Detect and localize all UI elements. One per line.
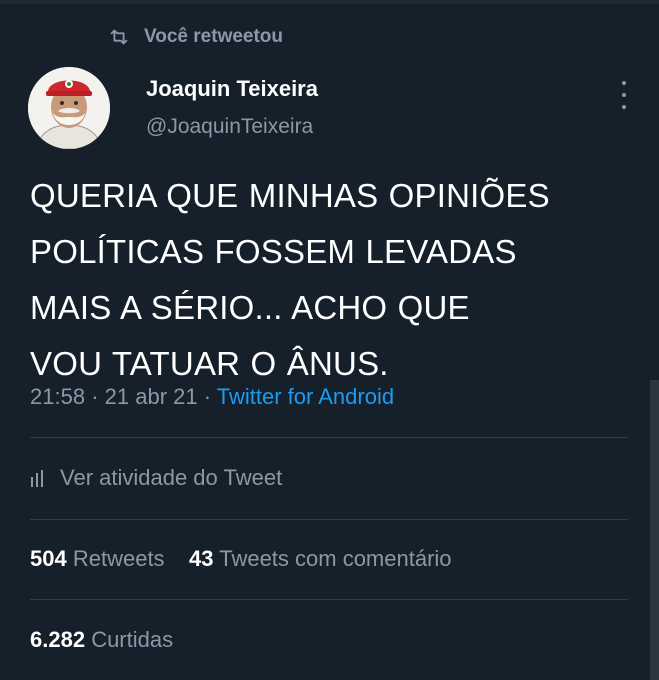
scrollbar[interactable] xyxy=(650,380,659,680)
more-options-button[interactable] xyxy=(612,81,636,109)
tweet-text: QUERIA QUE MINHAS OPINIÕES POLÍTICAS FOS… xyxy=(30,177,550,382)
retweets-count: 504 xyxy=(30,546,67,571)
divider xyxy=(30,437,628,438)
tweet-meta: 21:58 · 21 abr 21 · Twitter for Android xyxy=(30,384,394,410)
meta-separator: · xyxy=(203,384,212,409)
retweets-label: Retweets xyxy=(72,546,165,571)
more-dot-icon xyxy=(622,81,626,85)
retweet-context-label: Você retweetou xyxy=(144,26,284,47)
retweet-icon xyxy=(110,29,128,45)
avatar-illustration xyxy=(28,67,110,149)
top-divider xyxy=(0,0,659,4)
analytics-bars-icon xyxy=(31,470,43,487)
tweet-source-link[interactable]: Twitter for Android xyxy=(217,384,394,409)
tweet-time[interactable]: 21:58 xyxy=(30,384,85,409)
likes-stat[interactable]: 6.282 Curtidas xyxy=(30,627,173,652)
more-dot-icon xyxy=(622,105,626,109)
likes-label: Curtidas xyxy=(91,627,174,652)
meta-separator: · xyxy=(91,384,99,409)
author-handle[interactable]: @JoaquinTeixeira xyxy=(146,115,313,139)
quote-tweets-count: 43 xyxy=(189,546,214,571)
divider xyxy=(30,599,628,600)
quote-tweets-stat[interactable]: 43 Tweets com comentário xyxy=(189,546,452,571)
avatar[interactable] xyxy=(28,67,110,149)
quote-tweets-label: Tweets com comentário xyxy=(219,546,452,571)
view-tweet-activity-button[interactable]: Ver atividade do Tweet xyxy=(30,465,282,491)
retweets-stat[interactable]: 504 Retweets xyxy=(30,546,165,571)
likes-stats-row: 6.282 Curtidas xyxy=(30,627,173,653)
more-dot-icon xyxy=(622,93,626,97)
divider xyxy=(30,519,628,520)
tweet-date[interactable]: 21 abr 21 xyxy=(105,384,198,409)
likes-count: 6.282 xyxy=(30,627,86,652)
engagement-stats-row: 504 Retweets 43 Tweets com comentário xyxy=(30,546,452,572)
author-display-name[interactable]: Joaquin Teixeira xyxy=(146,76,318,102)
retweet-context[interactable]: Você retweetou xyxy=(108,26,283,48)
view-activity-label: Ver atividade do Tweet xyxy=(60,465,283,490)
